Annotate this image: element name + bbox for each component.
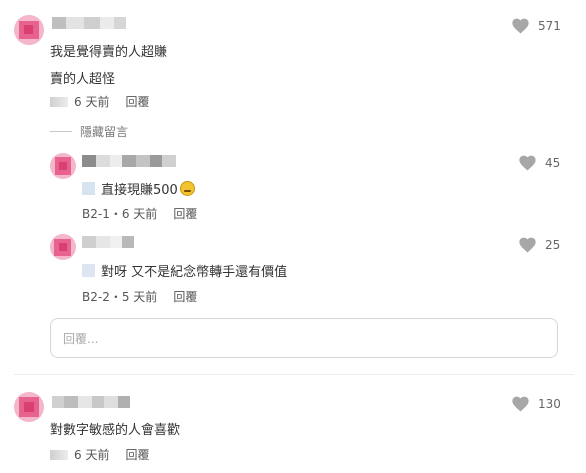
divider-line (50, 131, 72, 132)
reply-text: 對呀 又不是紀念幣轉手還有價值 (82, 261, 287, 280)
floor-number: B2-1 (82, 206, 110, 221)
avatar[interactable] (14, 392, 44, 422)
heart-icon (519, 237, 536, 253)
like-button[interactable]: 45 (519, 155, 560, 171)
comment-text-line: 我是覺得賣的人超賺 (50, 45, 168, 60)
reply-input-placeholder: 回覆... (63, 331, 99, 346)
reply-meta: B2-1 ・ 6 天前 回覆 (82, 205, 197, 222)
reply-meta: B2-2 ・ 5 天前 回覆 (82, 288, 197, 305)
author-name[interactable] (52, 17, 126, 29)
author-name[interactable] (82, 155, 176, 167)
blurred-mention (82, 182, 95, 195)
like-count: 571 (538, 19, 561, 33)
reply-text: 直接現賺500 (82, 179, 195, 198)
comment-text-line: 賣的人超怪 (50, 72, 116, 87)
heart-icon (519, 155, 536, 171)
reply-link[interactable]: 回覆 (173, 288, 197, 305)
reply-link[interactable]: 回覆 (125, 93, 149, 110)
reply-time: 6 天前 (121, 207, 158, 221)
hide-replies-toggle[interactable]: 隱藏留言 (50, 123, 128, 140)
avatar[interactable] (14, 15, 44, 45)
reply-link[interactable]: 回覆 (125, 446, 149, 463)
hide-replies-label: 隱藏留言 (80, 125, 129, 139)
author-avatar-mini (50, 96, 68, 107)
like-count: 25 (545, 238, 561, 252)
comment-meta: 6 天前 回覆 (50, 446, 149, 463)
reply-text-content: 對呀 又不是紀念幣轉手還有價值 (101, 265, 288, 280)
comment-text-line: 對數字敏感的人會喜歡 (50, 423, 181, 438)
avatar[interactable] (50, 234, 76, 260)
meta-separator: ・ (109, 207, 122, 221)
heart-icon (512, 18, 529, 34)
author-name[interactable] (52, 396, 130, 408)
comment-meta: 6 天前 回覆 (50, 93, 149, 110)
like-count: 130 (538, 397, 561, 411)
comment-time: 6 天前 (74, 95, 110, 109)
like-button[interactable]: 571 (512, 18, 561, 34)
floor-number: B2-2 (82, 289, 110, 304)
grinning-face-emoji (179, 181, 195, 196)
author-avatar-mini (50, 449, 68, 460)
avatar[interactable] (50, 153, 76, 179)
comment-divider (14, 374, 574, 375)
reply-input[interactable]: 回覆... (50, 318, 558, 358)
blurred-mention (82, 264, 95, 277)
meta-separator: ・ (109, 290, 122, 304)
author-name[interactable] (82, 236, 134, 248)
like-button[interactable]: 25 (519, 237, 560, 253)
heart-icon (512, 396, 529, 412)
like-button[interactable]: 130 (512, 396, 561, 412)
like-count: 45 (545, 156, 561, 170)
comment-time: 6 天前 (74, 448, 110, 462)
reply-text-content: 直接現賺500 (101, 183, 178, 198)
reply-link[interactable]: 回覆 (173, 205, 197, 222)
reply-time: 5 天前 (121, 290, 158, 304)
